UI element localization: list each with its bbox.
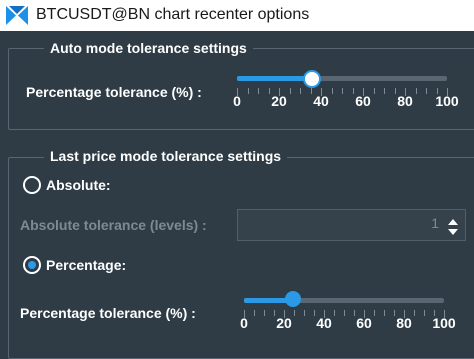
scale-label-60: 60 (356, 315, 372, 331)
slider-scale: 0 20 40 60 80 100 (240, 314, 456, 332)
absolute-tolerance-value: 1 (431, 215, 439, 231)
title-bar: BTCUSDT@BN chart recenter options (0, 0, 474, 31)
scale-label-20: 20 (276, 315, 292, 331)
scale-label-80: 80 (396, 315, 412, 331)
auto-percentage-tolerance-slider[interactable]: 0 20 40 60 80 100 (233, 68, 459, 110)
scale-label-40: 40 (316, 315, 332, 331)
slider-scale: 0 20 40 60 80 100 (233, 92, 459, 110)
last-price-percentage-tolerance-label: Percentage tolerance (%) : (20, 305, 196, 321)
scale-label-80: 80 (397, 93, 413, 109)
slider-handle[interactable] (285, 291, 301, 307)
scale-label-0: 0 (233, 93, 241, 109)
percentage-radio-label[interactable]: Percentage: (46, 256, 126, 274)
scale-label-40: 40 (313, 93, 329, 109)
scale-label-20: 20 (271, 93, 287, 109)
slider-handle[interactable] (302, 70, 321, 88)
spin-down-arrow-icon[interactable] (448, 229, 458, 235)
absolute-radio-label[interactable]: Absolute: (46, 176, 111, 194)
spin-up-arrow-icon[interactable] (448, 219, 458, 225)
last-price-mode-group-title: Last price mode tolerance settings (44, 147, 288, 165)
window-title: BTCUSDT@BN chart recenter options (36, 6, 310, 23)
scale-label-0: 0 (240, 315, 248, 331)
auto-mode-group-title: Auto mode tolerance settings (44, 39, 253, 57)
slider-fill (237, 76, 311, 81)
absolute-tolerance-label: Absolute tolerance (levels) : (20, 217, 207, 233)
absolute-radio[interactable] (23, 176, 41, 194)
auto-percentage-tolerance-label: Percentage tolerance (%) : (26, 84, 202, 100)
absolute-tolerance-spinbox[interactable]: 1 (237, 209, 466, 241)
last-price-percentage-tolerance-slider[interactable]: 0 20 40 60 80 100 (240, 290, 456, 332)
scale-label-60: 60 (355, 93, 371, 109)
scale-label-100: 100 (435, 93, 459, 109)
app-logo-icon (6, 6, 28, 25)
radio-selected-dot (28, 261, 36, 269)
percentage-radio[interactable] (23, 256, 41, 274)
scale-label-100: 100 (432, 315, 456, 331)
